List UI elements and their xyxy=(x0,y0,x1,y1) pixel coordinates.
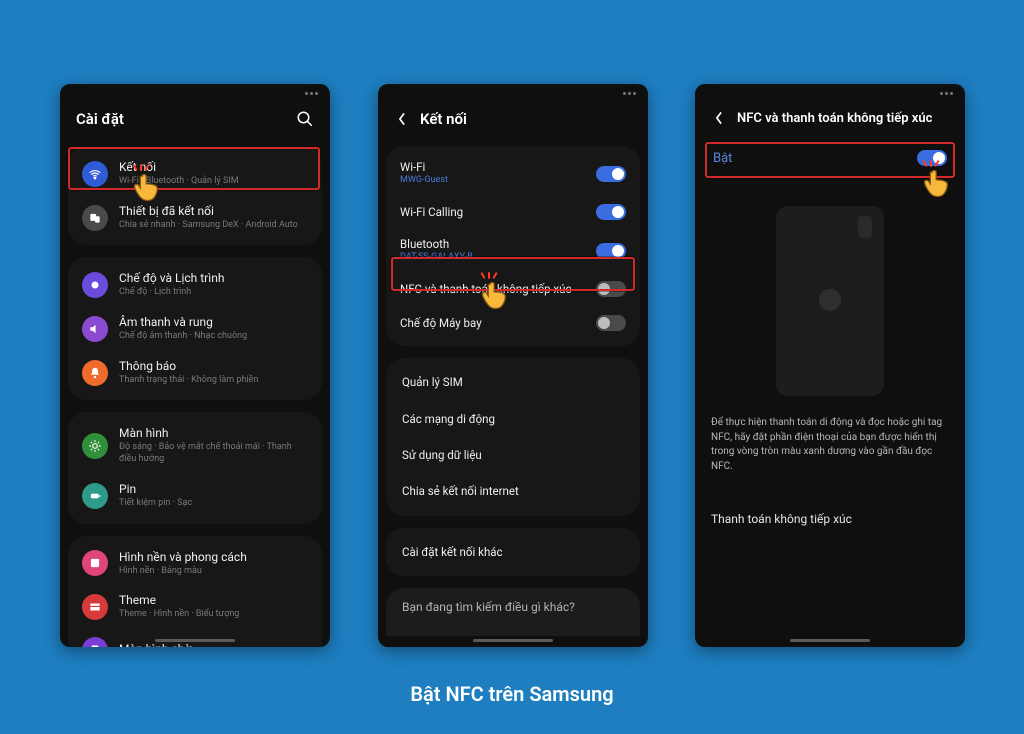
settings-item-sub: Chia sẻ nhanh · Samsung DeX · Android Au… xyxy=(119,220,308,232)
settings-item-label: Hình nền và phong cách xyxy=(119,550,308,565)
search-icon[interactable] xyxy=(296,110,314,128)
settings-item-label: Theme xyxy=(119,593,308,608)
home-indicator xyxy=(473,639,553,642)
settings-item-label: Kết nối xyxy=(119,160,308,175)
settings-item-wallpaper[interactable]: Hình nền và phong cách Hình nền · Bảng m… xyxy=(68,542,322,586)
status-bar xyxy=(623,92,636,95)
row-more-connections[interactable]: Cài đặt kết nối khác xyxy=(386,534,640,570)
toggle-bluetooth[interactable] xyxy=(596,243,626,259)
row-label: Cài đặt kết nối khác xyxy=(402,545,624,559)
status-bar xyxy=(305,92,318,95)
phone-connections: Kết nối Wi-Fi MWG-Guest Wi-Fi Calling xyxy=(378,84,648,647)
settings-item-sub: Tiết kiệm pin · Sạc xyxy=(119,498,308,510)
settings-item-theme[interactable]: Theme Theme · Hình nền · Biểu tượng xyxy=(68,585,322,629)
settings-group-style: Hình nền và phong cách Hình nền · Bảng m… xyxy=(68,536,322,648)
settings-item-sub: Wi-Fi · Bluetooth · Quản lý SIM xyxy=(119,176,308,188)
toggle-wifi[interactable] xyxy=(596,166,626,182)
wifi-icon xyxy=(82,161,108,187)
back-icon[interactable] xyxy=(394,111,410,127)
settings-item-battery[interactable]: Pin Tiết kiệm pin · Sạc xyxy=(68,474,322,518)
nfc-enable-row[interactable]: Bật xyxy=(709,140,951,176)
settings-item-label: Thông báo xyxy=(119,359,308,374)
row-sub: DAT-SS-GALAXY-B xyxy=(400,252,585,264)
row-airplane[interactable]: Chế độ Máy bay xyxy=(386,306,640,340)
settings-item-sub: Độ sáng · Bảo vệ mắt chế thoải mái · Tha… xyxy=(119,442,308,465)
toggle-nfc-on[interactable] xyxy=(917,150,947,166)
settings-item-sub: Theme · Hình nền · Biểu tượng xyxy=(119,609,308,621)
row-tethering[interactable]: Chia sẻ kết nối internet xyxy=(386,473,640,509)
toggle-airplane[interactable] xyxy=(596,315,626,331)
nfc-description: Để thực hiện thanh toán di động và đọc h… xyxy=(709,416,951,474)
nfc-position-indicator xyxy=(819,289,841,311)
settings-item-label: Thiết bị đã kết nối xyxy=(119,204,308,219)
phone-settings: Cài đặt Kết nối Wi-Fi · Bluetooth · Quản… xyxy=(60,84,330,647)
nfc-on-label: Bật xyxy=(713,151,732,166)
settings-item-connections[interactable]: Kết nối Wi-Fi · Bluetooth · Quản lý SIM xyxy=(68,152,322,196)
settings-item-label: Pin xyxy=(119,482,308,497)
row-label: Các mạng di động xyxy=(402,412,624,426)
row-label: Wi-Fi xyxy=(400,160,585,174)
phone-nfc: NFC và thanh toán không tiếp xúc Bật Để … xyxy=(695,84,965,647)
row-label: Bluetooth xyxy=(400,237,585,251)
row-label: Sử dụng dữ liệu xyxy=(402,448,624,462)
row-bluetooth[interactable]: Bluetooth DAT-SS-GALAXY-B xyxy=(386,229,640,272)
row-label: NFC và thanh toán không tiếp xúc xyxy=(400,282,585,296)
settings-item-modes[interactable]: Chế độ và Lịch trình Chế độ · Lịch trình xyxy=(68,263,322,307)
row-label: Chế độ Máy bay xyxy=(400,316,585,330)
modes-icon xyxy=(82,272,108,298)
row-data-usage[interactable]: Sử dụng dữ liệu xyxy=(386,437,640,473)
settings-item-notifications[interactable]: Thông báo Thanh trạng thái · Không làm p… xyxy=(68,351,322,395)
settings-item-homescreen[interactable]: Màn hình chờ xyxy=(68,629,322,647)
settings-item-sub: Chế độ · Lịch trình xyxy=(119,287,308,299)
toggle-wifi-calling[interactable] xyxy=(596,204,626,220)
settings-item-devices[interactable]: Thiết bị đã kết nối Chia sẻ nhanh · Sams… xyxy=(68,196,322,240)
row-contactless-payments[interactable]: Thanh toán không tiếp xúc xyxy=(709,502,951,536)
nfc-phone-illustration xyxy=(776,206,884,396)
search-other-prompt[interactable]: Bạn đang tìm kiếm điều gì khác? xyxy=(386,588,640,636)
wallpaper-icon xyxy=(82,550,108,576)
display-icon xyxy=(82,433,108,459)
theme-icon xyxy=(82,594,108,620)
settings-item-sub: Hình nền · Bảng màu xyxy=(119,566,308,578)
sound-icon xyxy=(82,316,108,342)
settings-group-display: Màn hình Độ sáng · Bảo vệ mắt chế thoải … xyxy=(68,412,322,523)
home-indicator xyxy=(155,639,235,642)
settings-item-sub: Thanh trạng thái · Không làm phiền xyxy=(119,375,308,387)
home-icon xyxy=(82,637,108,647)
connections-group-more: Cài đặt kết nối khác xyxy=(386,528,640,576)
settings-item-label: Màn hình chờ xyxy=(119,642,308,647)
battery-icon xyxy=(82,483,108,509)
connections-group-main: Wi-Fi MWG-Guest Wi-Fi Calling Bluetooth … xyxy=(386,146,640,346)
page-title: Cài đặt xyxy=(76,110,286,128)
row-wifi-calling[interactable]: Wi-Fi Calling xyxy=(386,195,640,229)
devices-icon xyxy=(82,205,108,231)
status-bar xyxy=(940,92,953,95)
settings-item-sub: Chế độ âm thanh · Nhạc chuông xyxy=(119,331,308,343)
row-label: Thanh toán không tiếp xúc xyxy=(711,512,852,526)
back-icon[interactable] xyxy=(711,110,727,126)
settings-group-general: Chế độ và Lịch trình Chế độ · Lịch trình… xyxy=(68,257,322,400)
settings-item-display[interactable]: Màn hình Độ sáng · Bảo vệ mắt chế thoải … xyxy=(68,418,322,473)
row-label: Chia sẻ kết nối internet xyxy=(402,484,624,498)
bell-icon xyxy=(82,360,108,386)
figure-caption: Bật NFC trên Samsung xyxy=(0,682,1024,706)
row-mobile-networks[interactable]: Các mạng di động xyxy=(386,401,640,437)
page-title: NFC và thanh toán không tiếp xúc xyxy=(737,111,949,126)
row-label: Quản lý SIM xyxy=(402,375,624,389)
home-indicator xyxy=(790,639,870,642)
settings-item-label: Màn hình xyxy=(119,426,308,441)
row-nfc[interactable]: NFC và thanh toán không tiếp xúc xyxy=(386,272,640,306)
page-title: Kết nối xyxy=(420,110,632,128)
row-sim[interactable]: Quản lý SIM xyxy=(386,364,640,400)
settings-item-sound[interactable]: Âm thanh và rung Chế độ âm thanh · Nhạc … xyxy=(68,307,322,351)
toggle-nfc[interactable] xyxy=(596,281,626,297)
settings-group-connections: Kết nối Wi-Fi · Bluetooth · Quản lý SIM … xyxy=(68,146,322,245)
row-sub: MWG-Guest xyxy=(400,175,585,187)
row-wifi[interactable]: Wi-Fi MWG-Guest xyxy=(386,152,640,195)
row-label: Wi-Fi Calling xyxy=(400,205,585,219)
settings-item-label: Chế độ và Lịch trình xyxy=(119,271,308,286)
connections-group-network: Quản lý SIM Các mạng di động Sử dụng dữ … xyxy=(386,358,640,516)
settings-item-label: Âm thanh và rung xyxy=(119,315,308,330)
